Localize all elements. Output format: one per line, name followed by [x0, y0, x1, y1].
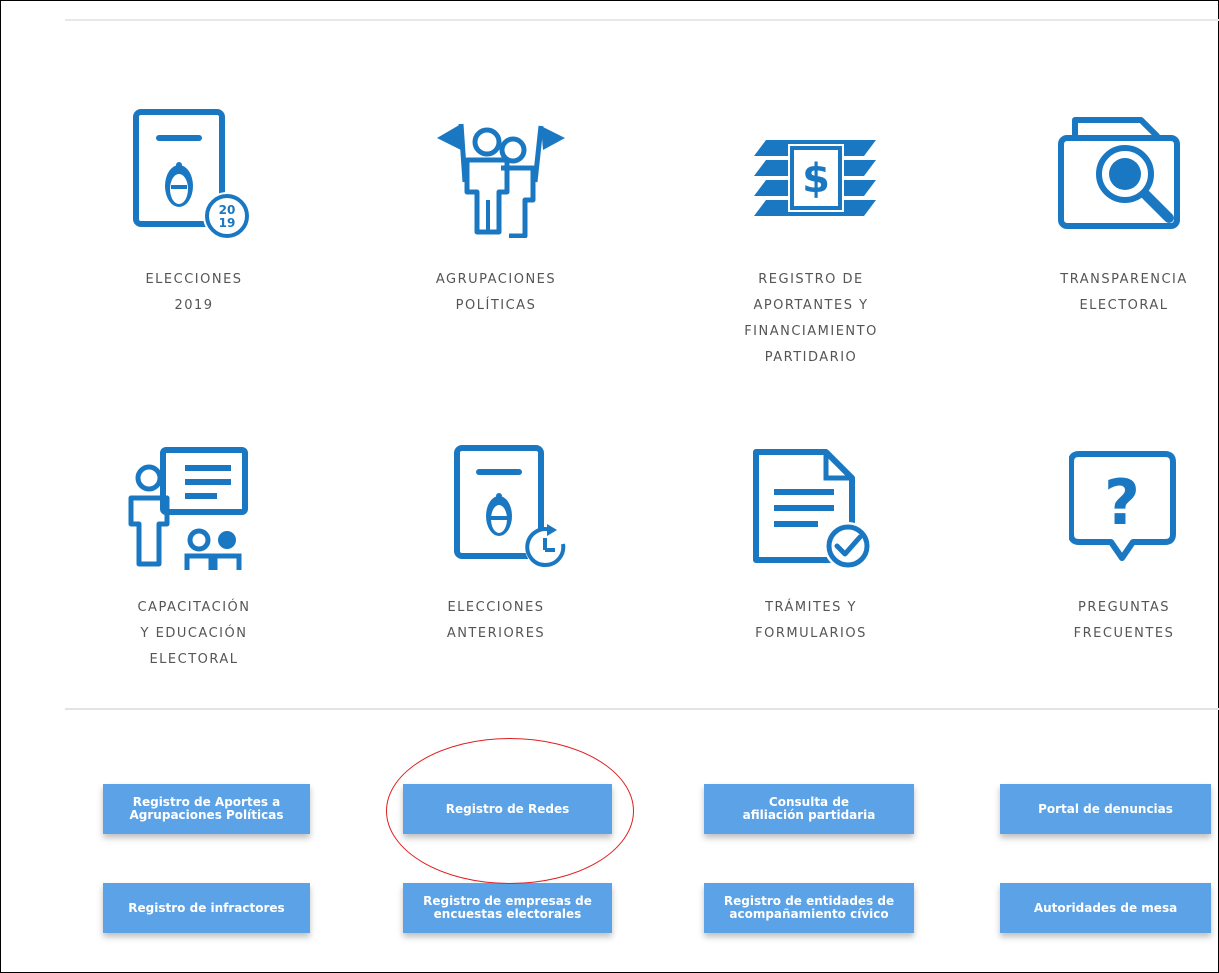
tile-elecciones-2019[interactable]: 20 19 ELECCIONES 2019: [69, 108, 319, 328]
tile-tramites-formularios[interactable]: TRÁMITES Y FORMULARIOS: [686, 444, 936, 654]
ballot-2019-icon: 20 19: [131, 108, 261, 243]
form-checkmark-icon: [748, 446, 878, 574]
tile-transparencia-electoral[interactable]: TRANSPARENCIA ELECTORAL: [999, 108, 1219, 328]
consulta-afiliacion-button[interactable]: Consulta de afiliación partidaria: [704, 784, 914, 834]
money-stack-icon: $: [746, 132, 881, 222]
autoridades-mesa-button[interactable]: Autoridades de mesa: [1000, 883, 1211, 933]
tile-agrupaciones-politicas[interactable]: AGRUPACIONES POLÍTICAS: [371, 108, 621, 328]
tile-label: ELECCIONES ANTERIORES: [446, 600, 546, 641]
tile-preguntas-frecuentes[interactable]: ? PREGUNTAS FRECUENTES: [999, 444, 1219, 654]
teacher-classroom-icon: [127, 446, 257, 576]
political-groups-icon: [431, 120, 571, 238]
portal-denuncias-button[interactable]: Portal de denuncias: [1000, 784, 1211, 834]
tile-label: ELECCIONES 2019: [145, 272, 243, 313]
tile-capacitacion-educacion[interactable]: CAPACITACIÓN Y EDUCACIÓN ELECTORAL: [69, 444, 319, 684]
registro-aportes-button[interactable]: Registro de Aportes a Agrupaciones Polít…: [103, 784, 310, 834]
tile-label: REGISTRO DE APORTANTES Y FINANCIAMIENTO …: [744, 272, 878, 365]
registro-infractores-button[interactable]: Registro de infractores: [103, 883, 310, 933]
top-divider: [65, 19, 1219, 21]
tile-registro-aportantes[interactable]: $ REGISTRO DE APORTANTES Y FINANCIAMIENT…: [686, 108, 936, 378]
tile-label: TRÁMITES Y FORMULARIOS: [755, 600, 867, 641]
tile-label: CAPACITACIÓN Y EDUCACIÓN ELECTORAL: [137, 600, 251, 667]
badge-year-top: 20: [219, 203, 236, 217]
tile-label: PREGUNTAS FRECUENTES: [1073, 600, 1175, 641]
registro-entidades-acompanamiento-button[interactable]: Registro de entidades de acompañamiento …: [704, 883, 914, 933]
svg-text:$: $: [802, 156, 830, 202]
registro-redes-button[interactable]: Registro de Redes: [403, 784, 612, 834]
question-bubble-icon: ?: [1069, 450, 1179, 580]
magnifier-document-icon: [1057, 114, 1187, 239]
registro-empresas-encuestas-button[interactable]: Registro de empresas de encuestas electo…: [403, 883, 612, 933]
tile-elecciones-anteriores[interactable]: ELECCIONES ANTERIORES: [371, 444, 621, 654]
section-divider: [65, 708, 1219, 710]
badge-year-bottom: 19: [219, 216, 236, 230]
tile-label: AGRUPACIONES POLÍTICAS: [435, 272, 557, 313]
ballot-history-icon: [451, 444, 566, 574]
svg-text:?: ?: [1104, 466, 1140, 539]
tile-label: TRANSPARENCIA ELECTORAL: [1060, 272, 1188, 313]
